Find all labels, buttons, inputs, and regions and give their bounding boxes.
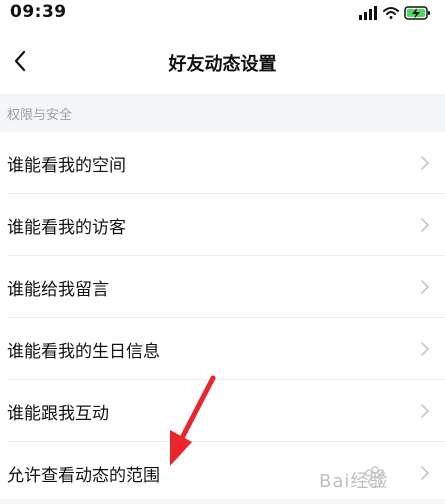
status-icons	[359, 6, 430, 20]
status-bar: 09:39	[0, 0, 445, 28]
list-item-label: 允许查看动态的范围	[7, 466, 160, 486]
wifi-icon	[383, 7, 399, 19]
section-header: 权限与安全	[0, 94, 445, 132]
watermark-logo: Bai经验	[317, 461, 437, 495]
battery-charging-icon	[404, 6, 430, 20]
section-label: 权限与安全	[7, 108, 73, 123]
cellular-signal-icon	[359, 6, 377, 20]
list-item-visitor-visibility[interactable]: 谁能看我的访客	[0, 194, 445, 256]
list-item-label: 谁能给我留言	[7, 280, 109, 300]
chevron-right-icon	[421, 280, 430, 294]
list-item-label: 谁能看我的生日信息	[7, 342, 160, 362]
list-item-label: 谁能看我的空间	[7, 156, 126, 176]
chevron-right-icon	[421, 218, 430, 232]
list-item-message-permission[interactable]: 谁能给我留言	[0, 256, 445, 318]
list-item-label: 谁能看我的访客	[7, 218, 126, 238]
chevron-right-icon	[421, 156, 430, 170]
annotation-arrow-icon	[170, 375, 216, 466]
watermark-text: Bai经验	[319, 471, 389, 492]
nav-bar: 好友动态设置	[0, 28, 445, 94]
page-title: 好友动态设置	[168, 54, 277, 75]
chevron-right-icon	[421, 342, 430, 356]
status-time: 09:39	[10, 2, 67, 22]
list-item-label: 谁能跟我互动	[7, 404, 109, 424]
list-item-space-visibility[interactable]: 谁能看我的空间	[0, 132, 445, 194]
chevron-right-icon	[421, 404, 430, 418]
